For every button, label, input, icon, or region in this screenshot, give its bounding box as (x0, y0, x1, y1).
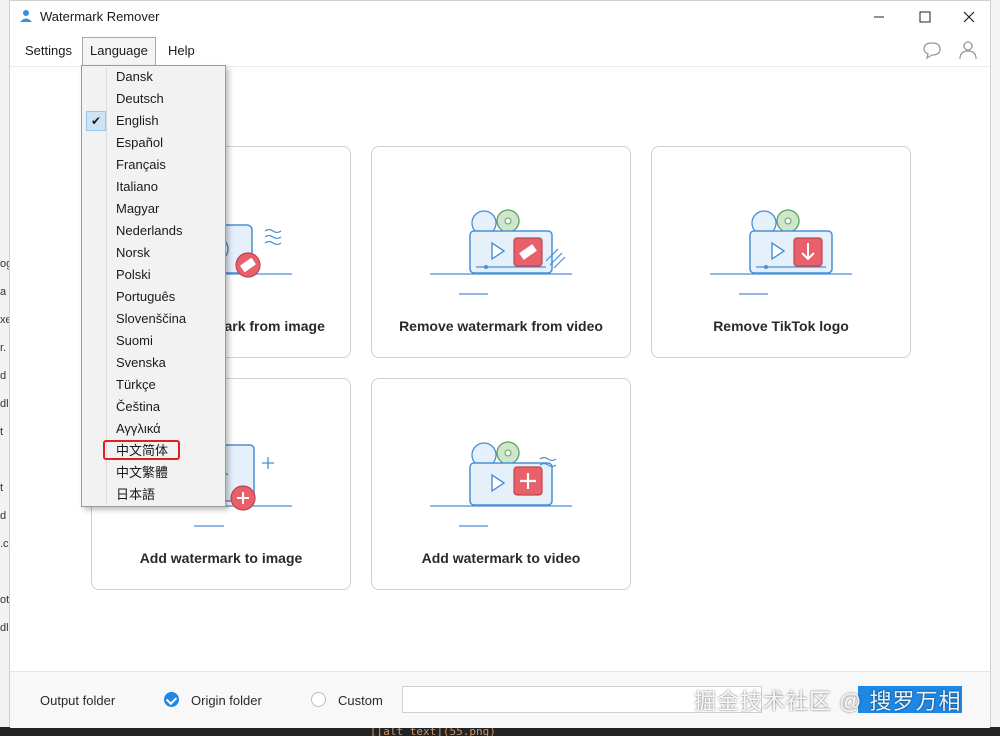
window-title: Watermark Remover (40, 9, 160, 24)
card-remove-tiktok-logo[interactable]: Remove TikTok logo (651, 146, 911, 358)
language-option[interactable]: Deutsch (84, 88, 223, 110)
feedback-chat-icon[interactable] (921, 39, 943, 61)
language-option[interactable]: Nederlands (84, 220, 223, 242)
language-option[interactable]: Türkçe (84, 374, 223, 396)
language-option[interactable]: Svenska (84, 352, 223, 374)
checkmark-icon: ✔ (86, 111, 106, 131)
custom-folder-label[interactable]: Custom (338, 693, 383, 708)
custom-folder-radio[interactable] (311, 692, 326, 707)
language-option-selected[interactable]: ✔ English (84, 110, 223, 132)
language-option[interactable]: Italiano (84, 176, 223, 198)
card-label: Add watermark to image (139, 550, 303, 566)
language-option[interactable]: Slovenščina (84, 308, 223, 330)
language-option[interactable]: Suomi (84, 330, 223, 352)
language-option[interactable]: Čeština (84, 396, 223, 418)
overlay-watermark-text: 掘金技术社区 @ 搜罗万相 (694, 689, 962, 714)
highlight-annotation-box (103, 440, 180, 460)
output-folder-label: Output folder (40, 693, 116, 708)
language-option[interactable]: Magyar (84, 198, 223, 220)
language-option[interactable]: Dansk (84, 66, 223, 88)
language-option[interactable]: Polski (84, 264, 223, 286)
close-icon (963, 11, 975, 23)
background-window-strip-right (990, 0, 1000, 736)
card-label: Add watermark to video (421, 550, 581, 566)
language-option[interactable]: Αγγλικά (84, 418, 223, 440)
language-option[interactable]: 中文繁體 (84, 462, 223, 484)
card-label: Remove TikTok logo (713, 318, 849, 334)
language-option[interactable]: Norsk (84, 242, 223, 264)
language-option[interactable]: 日本語 (84, 484, 223, 506)
language-option[interactable]: Español (84, 132, 223, 154)
app-logo-icon (20, 10, 32, 22)
menu-bar: Settings Language Help (10, 33, 990, 67)
background-editor: [[alt text](55.png) (0, 725, 1000, 736)
card-label: Remove watermark from video (399, 318, 603, 334)
background-window-strip: og a xe r. d dl ttd .c ot dl (0, 0, 12, 736)
origin-folder-label[interactable]: Origin folder (191, 693, 262, 708)
maximize-icon (919, 11, 931, 23)
video-add-icon (430, 441, 572, 527)
origin-folder-radio[interactable] (164, 692, 179, 707)
menu-help[interactable]: Help (160, 37, 203, 65)
close-button[interactable] (946, 1, 992, 33)
minimize-button[interactable] (856, 1, 902, 33)
title-bar: Watermark Remover (10, 1, 990, 33)
card-remove-watermark-video[interactable]: Remove watermark from video (371, 146, 631, 358)
maximize-button[interactable] (902, 1, 948, 33)
language-option[interactable]: Português (84, 286, 223, 308)
menu-settings[interactable]: Settings (17, 37, 80, 65)
user-account-icon[interactable] (957, 39, 979, 61)
video-download-icon (710, 209, 852, 295)
minimize-icon (874, 16, 884, 18)
language-option[interactable]: Français (84, 154, 223, 176)
card-add-watermark-video[interactable]: Add watermark to video (371, 378, 631, 590)
menu-language[interactable]: Language (82, 37, 156, 65)
video-eraser-icon (430, 209, 572, 295)
